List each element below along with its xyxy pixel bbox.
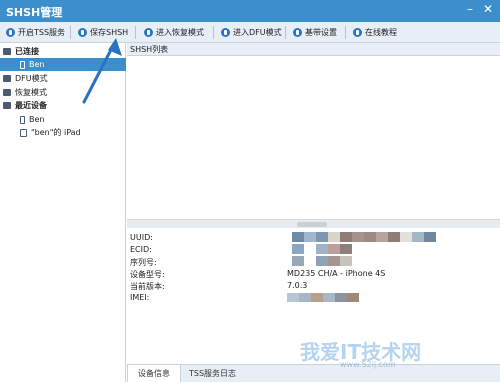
ecid-label: ECID: <box>130 245 152 254</box>
gear-icon <box>293 27 302 37</box>
tree-recent-devices[interactable]: 最近设备 <box>0 99 126 112</box>
version-label: 当前版本: <box>130 282 165 291</box>
minimize-icon[interactable]: – <box>462 2 478 16</box>
tab-device-info[interactable]: 设备信息 <box>127 365 181 382</box>
uuid-label: UUID: <box>130 233 153 242</box>
baseband-settings-button[interactable]: 基带设置 <box>290 24 340 40</box>
dfu-mode-label: 进入DFU模式 <box>233 27 282 37</box>
version-value: 7.0.3 <box>287 281 308 290</box>
toolbar-divider <box>213 26 214 39</box>
dfu-icon <box>221 27 230 37</box>
imei-label: IMEI: <box>130 293 150 302</box>
save-icon <box>78 27 87 37</box>
device-tree: 已连接 Ben DFU模式 恢复模式 最近设备 Ben "ben"的 iPad <box>0 43 126 382</box>
close-icon[interactable]: ✕ <box>480 2 496 16</box>
recovery-mode-button[interactable]: 进入恢复模式 <box>141 24 207 40</box>
folder-icon <box>3 75 11 82</box>
save-shsh-button[interactable]: 保存SHSH <box>75 24 131 40</box>
model-value: MD235 CH/A - iPhone 4S <box>287 269 386 278</box>
toolbar: 开启TSS服务 保存SHSH 进入恢复模式 进入DFU模式 基带设置 在线教程 <box>0 22 500 43</box>
tss-icon <box>6 27 15 37</box>
phone-icon <box>20 60 25 69</box>
dfu-mode-button[interactable]: 进入DFU模式 <box>218 24 285 40</box>
baseband-settings-label: 基带设置 <box>305 27 337 37</box>
toolbar-divider <box>135 26 136 39</box>
toolbar-divider <box>345 26 346 39</box>
recovery-mode-label: 进入恢复模式 <box>156 27 204 37</box>
tree-device-ben-label: Ben <box>29 60 45 69</box>
online-tutorial-label: 在线教程 <box>365 27 397 37</box>
serial-redacted <box>292 256 352 266</box>
tree-connected-label: 已连接 <box>15 47 39 56</box>
title-bar: SHSH管理 – ✕ <box>0 0 500 22</box>
start-tss-label: 开启TSS服务 <box>18 27 66 37</box>
tree-recent-ipad-label: "ben"的 iPad <box>31 128 81 137</box>
toolbar-divider <box>285 26 286 39</box>
online-tutorial-button[interactable]: 在线教程 <box>350 24 400 40</box>
shsh-list-header: SHSH列表 <box>127 43 500 56</box>
tree-dfu-mode[interactable]: DFU模式 <box>0 72 126 85</box>
tree-recent-ipad[interactable]: "ben"的 iPad <box>0 126 126 139</box>
folder-icon <box>3 102 11 109</box>
imei-redacted <box>287 293 359 302</box>
serial-label: 序列号: <box>130 258 157 267</box>
tree-recovery-mode[interactable]: 恢复模式 <box>0 86 126 99</box>
ecid-redacted <box>292 244 352 254</box>
tree-recent-ben[interactable]: Ben <box>0 113 126 126</box>
start-tss-button[interactable]: 开启TSS服务 <box>3 24 68 40</box>
model-label: 设备型号: <box>130 270 165 279</box>
tree-recent-devices-label: 最近设备 <box>15 101 47 110</box>
star-icon <box>353 27 362 37</box>
window-title: SHSH管理 <box>6 6 63 19</box>
tree-recovery-mode-label: 恢复模式 <box>15 88 47 97</box>
phone-icon <box>20 115 25 124</box>
bottom-tab-bar: 设备信息 TSS服务日志 <box>127 364 500 382</box>
scrollbar-thumb[interactable] <box>297 222 327 227</box>
tablet-icon <box>20 128 27 137</box>
tab-tss-log[interactable]: TSS服务日志 <box>179 365 246 382</box>
shsh-list[interactable] <box>127 57 500 219</box>
toolbar-divider <box>70 26 71 39</box>
tree-recent-ben-label: Ben <box>29 115 45 124</box>
uuid-redacted <box>292 232 436 242</box>
watermark-url: www.52ij.com <box>340 360 396 369</box>
folder-icon <box>3 89 11 96</box>
tree-device-ben[interactable]: Ben <box>0 58 126 71</box>
tree-dfu-mode-label: DFU模式 <box>15 74 48 83</box>
folder-icon <box>3 48 11 55</box>
horizontal-scrollbar[interactable] <box>127 219 500 228</box>
tree-connected[interactable]: 已连接 <box>0 45 126 58</box>
recovery-icon <box>144 27 153 37</box>
save-shsh-label: 保存SHSH <box>90 27 129 37</box>
